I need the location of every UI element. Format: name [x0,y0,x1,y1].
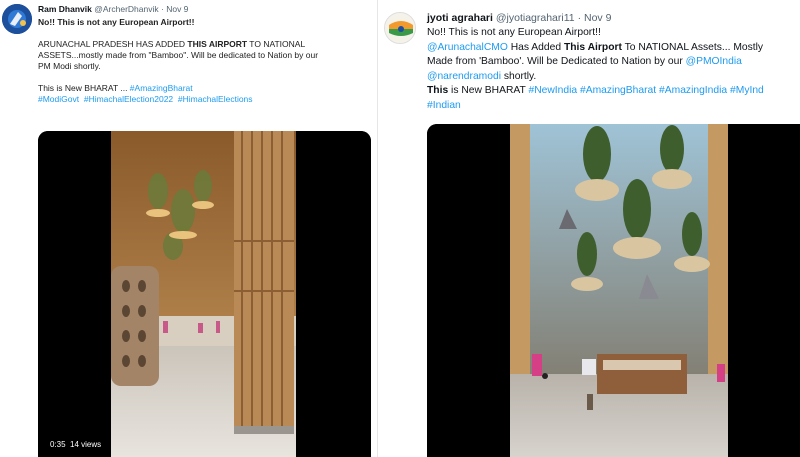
separator: · [160,4,164,14]
mention-link[interactable]: @PMOIndia [686,56,742,67]
video-stats: 0:35 14 views [46,438,106,451]
tweet-line: No!! This is not any European Airport!! [38,17,195,27]
hashtag-link[interactable]: #HimachalElections [178,94,253,104]
tweet-header: jyoti agrahari @jyotiagrahari11 · Nov 9 [427,12,611,24]
tweet-right[interactable]: jyoti agrahari @jyotiagrahari11 · Nov 9 … [378,0,800,457]
profile-picture-icon [385,13,415,43]
tweet-emphasis: THIS AIRPORT [187,39,248,49]
video-player[interactable]: 0:35 14 views [38,131,371,457]
profile-picture-icon [2,4,32,34]
display-name[interactable]: jyoti agrahari [427,12,493,24]
tweet-line: Made from 'Bamboo'. Will be Dedicated to… [427,56,686,67]
tweet-line: This is New BHARAT ... [38,83,130,93]
tweet-line: To NATIONAL Assets... Mostly [621,41,764,53]
tweet-date[interactable]: Nov 9 [584,12,611,24]
hashtag-link[interactable]: #MyInd [730,85,764,96]
hashtag-link[interactable]: #AmazingBharat [580,85,656,96]
airport-interior-video-frame [38,131,371,457]
airport-interior-video-frame [427,124,800,457]
tweet-text: No!! This is not any European Airport!! … [38,17,318,105]
tweet-line: shortly. [501,70,537,82]
hashtag-link[interactable]: #Indian [427,100,461,111]
tweet-line: ARUNACHAL PRADESH HAS ADDED [38,39,188,49]
avatar[interactable] [2,4,32,34]
video-views: 14 views [70,440,102,449]
video-player[interactable] [427,124,800,457]
tweet-line: ASSETS...mostly made from "Bamboo". Will… [38,50,319,60]
hashtag-link[interactable]: #NewIndia [528,85,577,96]
hashtag-link[interactable]: #AmazingIndia [659,85,727,96]
tweet-text: No!! This is not any European Airport!! … [427,26,764,113]
tweet-date[interactable]: Nov 9 [166,4,188,14]
tweet-line: is New BHARAT [448,85,529,96]
tweet-emphasis: This [427,85,449,96]
handle[interactable]: @ArcherDhanvik [94,4,158,14]
tweet-emphasis: This Airport [563,41,622,53]
hashtag-link[interactable]: #AmazingBharat [130,83,193,93]
video-time: 0:35 [50,440,66,449]
tweet-line: PM Modi shortly. [38,61,101,71]
display-name[interactable]: Ram Dhanvik [38,4,92,14]
tweet-line: Has Added [507,41,564,53]
hashtag-link[interactable]: #HimachalElection2022 [84,94,173,104]
hashtag-link[interactable]: #ModiGovt [38,94,79,104]
avatar[interactable] [384,12,416,44]
tweet-line: No!! This is not any European Airport!! [427,27,601,38]
tweet-line: TO NATIONAL [247,39,306,49]
separator: · [577,12,582,24]
tweet-left[interactable]: Ram Dhanvik @ArcherDhanvik · Nov 9 No!! … [0,0,378,457]
mention-link[interactable]: @ArunachalCMO [427,42,508,53]
tweet-header: Ram Dhanvik @ArcherDhanvik · Nov 9 [38,4,188,14]
mention-link[interactable]: @narendramodi [427,71,501,82]
handle[interactable]: @jyotiagrahari11 [496,12,575,24]
